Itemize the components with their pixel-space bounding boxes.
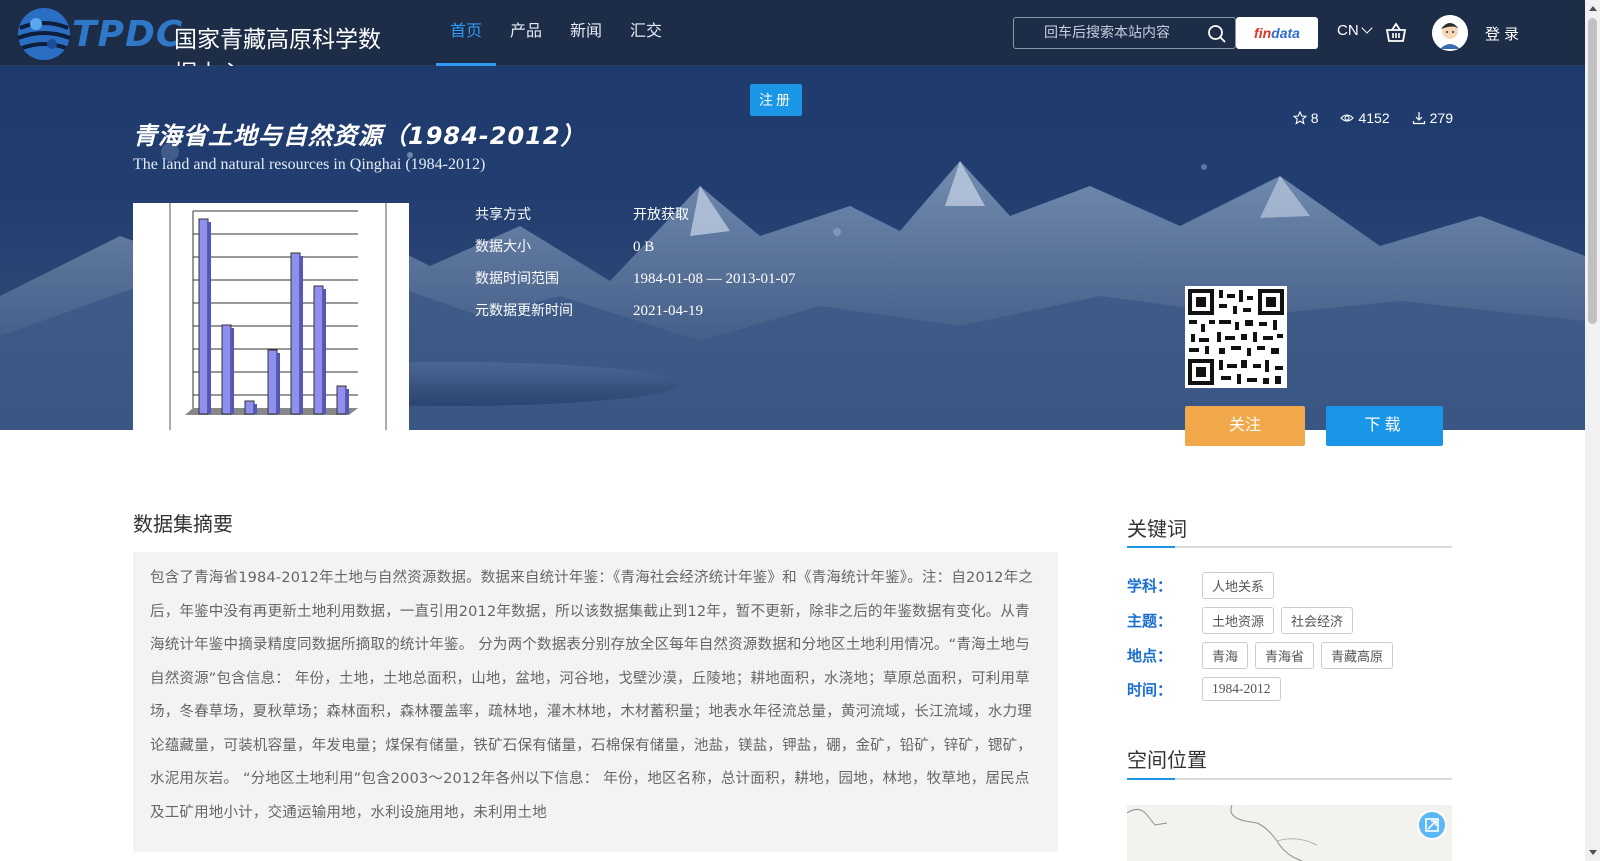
logo-acronym: TPDC — [72, 14, 184, 55]
keywords-divider — [1127, 546, 1452, 548]
abstract-text: 包含了青海省1984-2012年土地与自然资源数据。数据来自统计年鉴：《青海社会… — [150, 570, 1034, 821]
keyword-tag[interactable]: 1984-2012 — [1202, 677, 1281, 701]
keyword-tag[interactable]: 青海 — [1202, 642, 1249, 669]
star-count-value: 8 — [1310, 110, 1319, 126]
abstract-heading: 数据集摘要 — [133, 512, 233, 536]
keyword-tag[interactable]: 人地关系 — [1202, 572, 1275, 599]
dataset-hero-banner: 注册 青海省土地与自然资源（1984-2012） The land and na… — [0, 66, 1585, 430]
keyword-label: 地点： — [1127, 647, 1173, 665]
abstract-box: 包含了青海省1984-2012年土地与自然资源数据。数据来自统计年鉴：《青海社会… — [133, 552, 1058, 852]
dataset-metadata: 共享方式 开放获取 数据大小 0 B 数据时间范围 1984-01-08 — 2… — [475, 203, 795, 331]
keyword-tag[interactable]: 青海省 — [1255, 642, 1315, 669]
search-input[interactable] — [1015, 19, 1195, 47]
qr-code-image — [1188, 289, 1284, 385]
keyword-tag[interactable]: 青藏高原 — [1321, 642, 1394, 669]
search-box — [1013, 17, 1236, 49]
download-count: 279 — [1412, 110, 1453, 126]
star-icon — [1292, 111, 1307, 125]
map-expand-button[interactable] — [1417, 810, 1447, 840]
language-selector[interactable]: CN — [1337, 22, 1373, 39]
view-count-value: 4152 — [1358, 110, 1390, 126]
keyword-label: 学科： — [1127, 577, 1173, 595]
download-button[interactable]: 下载 — [1326, 406, 1443, 446]
meta-value: 2021-04-19 — [633, 303, 703, 319]
meta-value: 0 B — [633, 239, 655, 255]
meta-row-size: 数据大小 0 B — [475, 235, 795, 267]
spatial-divider — [1127, 778, 1452, 780]
findata-text-a: fin — [1254, 25, 1272, 41]
keyword-row-discipline: 学科： 人地关系 — [1127, 572, 1281, 599]
globe-logo-icon — [17, 8, 71, 60]
eye-icon — [1340, 114, 1355, 122]
dataset-stats: 8 4152 279 — [1292, 110, 1453, 126]
meta-row-sharing: 共享方式 开放获取 — [475, 203, 795, 235]
meta-value: 1984-01-08 — 2013-01-07 — [633, 271, 796, 287]
dataset-title-english: The land and natural resources in Qingha… — [133, 156, 486, 173]
login-link[interactable]: 登录 — [1485, 23, 1523, 44]
map-image — [1127, 805, 1318, 861]
nav-products[interactable]: 产品 — [496, 0, 556, 66]
download-icon — [1412, 112, 1425, 125]
expand-icon — [1425, 818, 1439, 832]
keywords-heading: 关键词 — [1127, 517, 1187, 541]
findata-text-b: data — [1271, 25, 1300, 41]
dataset-thumbnail — [133, 203, 409, 430]
dataset-title: 青海省土地与自然资源（1984-2012） — [133, 122, 586, 150]
keyword-tag[interactable]: 社会经济 — [1281, 607, 1354, 634]
keyword-row-time: 时间： 1984-2012 — [1127, 677, 1288, 701]
chevron-down-icon — [1361, 22, 1373, 34]
user-avatar-icon — [1432, 15, 1468, 51]
findata-button[interactable]: findata — [1236, 17, 1318, 49]
site-logo[interactable]: TPDC 国家青藏高原科学数据中心 — [14, 4, 394, 87]
top-navigation-bar: TPDC 国家青藏高原科学数据中心 首页 产品 新闻 汇交 findata CN — [0, 0, 1585, 87]
cart-icon[interactable] — [1385, 22, 1407, 44]
keyword-label: 时间： — [1127, 680, 1173, 699]
scroll-thumb[interactable] — [1588, 18, 1597, 324]
language-label: CN — [1337, 22, 1359, 39]
star-count[interactable]: 8 — [1292, 110, 1319, 126]
scroll-down-arrow-icon[interactable] — [1589, 850, 1597, 855]
meta-label: 共享方式 — [475, 207, 531, 223]
keyword-row-place: 地点： 青海 青海省 青藏高原 — [1127, 642, 1400, 669]
meta-row-time-range: 数据时间范围 1984-01-08 — 2013-01-07 — [475, 267, 795, 299]
search-icon[interactable] — [1207, 24, 1227, 44]
meta-row-updated: 元数据更新时间 2021-04-19 — [475, 299, 795, 331]
follow-button[interactable]: 关注 — [1185, 406, 1305, 446]
keyword-tag[interactable]: 土地资源 — [1202, 607, 1275, 634]
view-count: 4152 — [1340, 110, 1390, 126]
nav-home[interactable]: 首页 — [436, 0, 497, 66]
avatar[interactable] — [1432, 15, 1468, 51]
nav-news[interactable]: 新闻 — [556, 0, 616, 66]
meta-label: 数据大小 — [475, 239, 531, 255]
page-scrollbar[interactable] — [1585, 0, 1600, 861]
meta-label: 数据时间范围 — [475, 271, 559, 287]
qr-code — [1185, 286, 1287, 388]
main-nav: 首页 产品 新闻 汇交 — [436, 0, 676, 66]
spatial-heading: 空间位置 — [1127, 748, 1207, 772]
keyword-row-theme: 主题： 土地资源 社会经济 — [1127, 607, 1360, 634]
keyword-label: 主题： — [1127, 612, 1173, 630]
spatial-map[interactable] — [1127, 805, 1452, 861]
bar-chart-thumbnail-image — [169, 203, 387, 430]
meta-label: 元数据更新时间 — [475, 303, 573, 319]
register-button[interactable]: 注册 — [750, 84, 802, 116]
scroll-up-arrow-icon[interactable] — [1589, 6, 1597, 11]
meta-value: 开放获取 — [633, 207, 689, 223]
download-count-value: 279 — [1429, 110, 1453, 126]
nav-submit[interactable]: 汇交 — [616, 0, 676, 66]
